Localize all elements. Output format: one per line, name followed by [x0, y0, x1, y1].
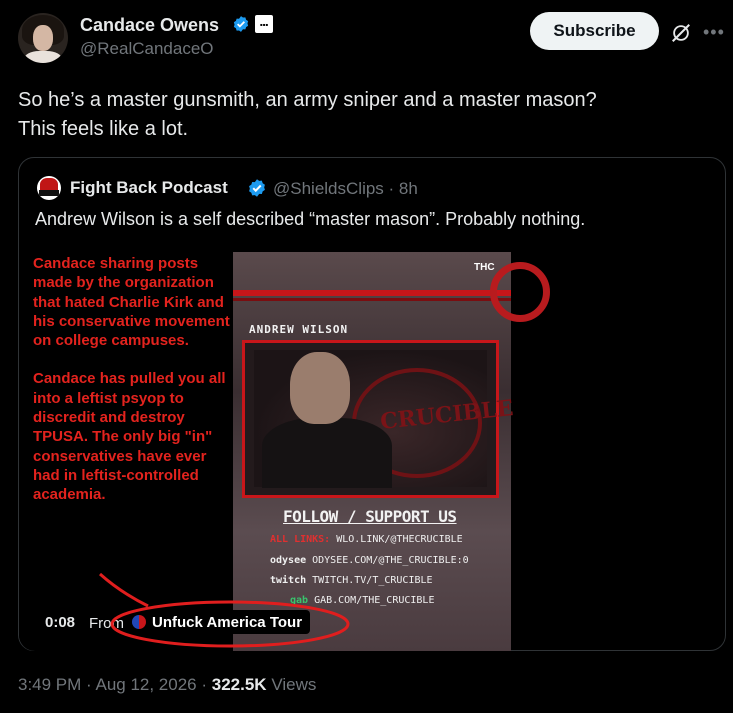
- link-value: ODYSEE.COM/@THE_CRUCIBLE:0: [312, 555, 469, 566]
- post-date[interactable]: Aug 12, 2026: [95, 675, 196, 694]
- link-row-odysee: odysee ODYSEE.COM/@THE_CRUCIBLE:0: [270, 555, 469, 566]
- quoted-author-name[interactable]: Fight Back Podcast: [70, 178, 228, 198]
- link-label: ALL LINKS:: [270, 534, 331, 545]
- video-banner-stripe-dark: [233, 298, 511, 301]
- crucible-logo-text: THC: [474, 262, 495, 273]
- quoted-author-handle[interactable]: @ShieldsClips · 8h: [273, 179, 418, 199]
- author-name[interactable]: Candace Owens: [80, 15, 219, 36]
- overlay-paragraph-1: Candace sharing posts made by the organi…: [33, 255, 230, 350]
- guest-name-label: ANDREW WILSON: [249, 323, 349, 336]
- quoted-verified-badge-icon: [249, 179, 265, 197]
- quoted-handle-text[interactable]: @ShieldsClips: [273, 179, 384, 198]
- link-value: TWITCH.TV/T_CRUCIBLE: [312, 575, 433, 586]
- source-label[interactable]: Unfuck America Tour: [152, 614, 302, 631]
- link-row-gab: gab GAB.COM/THE_CRUCIBLE: [290, 595, 434, 606]
- follow-support-heading: FOLLOW / SUPPORT US: [283, 507, 457, 526]
- link-row-twitch: twitch TWITCH.TV/T_CRUCIBLE: [270, 575, 433, 586]
- speaker-body: [262, 418, 392, 488]
- more-icon[interactable]: •••: [703, 22, 725, 43]
- tweet-line-1: So he’s a master gunsmith, an army snipe…: [18, 89, 597, 111]
- video-source-attribution[interactable]: Unfuck America Tour: [126, 610, 311, 634]
- quoted-post-age[interactable]: · 8h: [389, 179, 418, 198]
- author-handle[interactable]: @RealCandaceO: [80, 39, 214, 59]
- tweet-line-2: This feels like a lot.: [18, 118, 189, 140]
- post-time[interactable]: 3:49 PM: [18, 675, 81, 694]
- grok-icon[interactable]: [670, 22, 692, 44]
- overlay-caption: Candace sharing posts made by the organi…: [33, 254, 233, 505]
- source-avatar-icon: [132, 615, 146, 629]
- link-value: WLO.LINK/@THECRUCIBLE: [336, 534, 463, 545]
- crucible-logo-ring: [490, 262, 550, 322]
- odysee-icon: odysee: [270, 555, 307, 566]
- post-metadata: 3:49 PM · Aug 12, 2026 · 322.5K Views: [18, 675, 317, 694]
- speaker-head: [290, 352, 350, 424]
- subscribe-button[interactable]: Subscribe: [530, 12, 659, 50]
- from-label: From: [89, 615, 124, 632]
- twitch-icon: twitch: [270, 575, 307, 586]
- link-row-all: ALL LINKS: WLO.LINK/@THECRUCIBLE: [270, 534, 463, 545]
- avatar-face: [33, 25, 53, 51]
- link-value: GAB.COM/THE_CRUCIBLE: [314, 595, 435, 606]
- quoted-post-text: Andrew Wilson is a self described “maste…: [35, 209, 586, 229]
- views-label: Views: [271, 675, 317, 694]
- verified-badge-icon: [233, 16, 249, 32]
- overlay-paragraph-2: Candace has pulled you all into a leftis…: [33, 370, 226, 504]
- views-count[interactable]: 322.5K: [212, 675, 267, 694]
- avatar-body: [24, 51, 62, 63]
- avatar-logo-band: [39, 190, 59, 196]
- quoted-author-avatar[interactable]: [37, 176, 61, 200]
- affiliation-badge-icon[interactable]: ▪▪▪: [255, 15, 273, 33]
- tweet-text: So he’s a master gunsmith, an army snipe…: [18, 86, 708, 144]
- gab-icon: gab: [290, 595, 309, 606]
- video-elapsed-time: 0:08: [45, 614, 76, 631]
- author-avatar[interactable]: [18, 13, 68, 63]
- video-banner-stripe: [233, 290, 511, 296]
